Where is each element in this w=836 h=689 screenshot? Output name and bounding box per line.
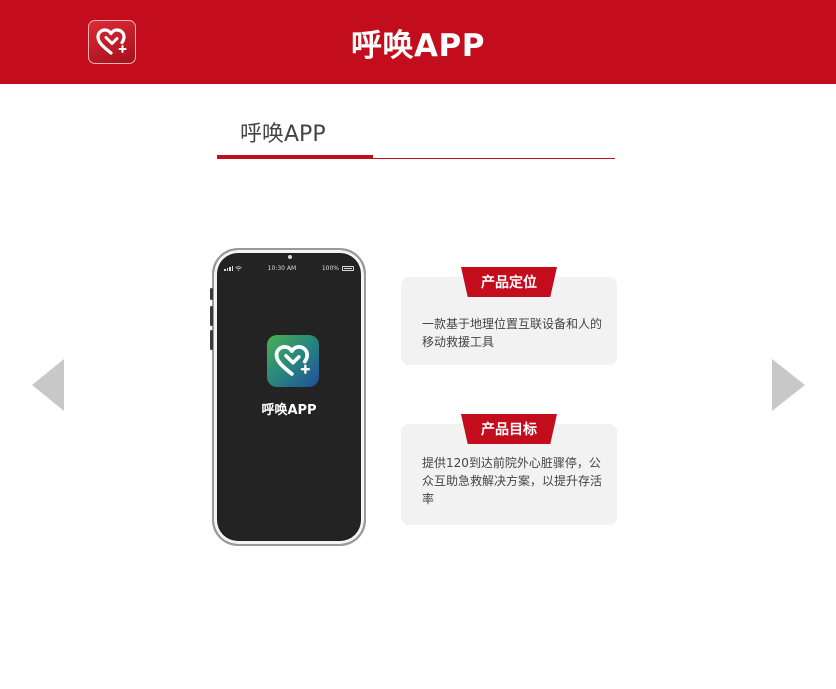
triangle-left-icon <box>32 359 64 411</box>
card-tag: 产品定位 <box>461 267 557 297</box>
battery-percent: 100% <box>321 264 339 272</box>
wifi-icon <box>235 265 242 271</box>
signal-icon <box>224 265 233 271</box>
next-slide-button[interactable] <box>771 358 807 416</box>
battery-icon <box>341 265 354 271</box>
app-icon[interactable] <box>267 335 319 387</box>
top-header: 呼唤APP <box>0 0 836 84</box>
header-title: 呼唤APP <box>351 27 485 64</box>
heart-plus-icon <box>274 345 311 376</box>
phone-mute-switch <box>210 288 213 300</box>
section-title: 呼唤APP <box>240 122 326 147</box>
app-name: 呼唤APP <box>261 403 317 418</box>
phone-volume-down <box>210 330 213 350</box>
phone-volume-up <box>210 306 213 326</box>
phone-time: 10:30 AM <box>267 264 297 272</box>
card-description: 提供120到达前院外心脏骤停，公众互助急救解决方案，以提升存活率 <box>422 456 603 506</box>
phone-status-bar: 10:30 AM 100% <box>224 263 354 273</box>
triangle-right-icon <box>772 359 805 411</box>
phone-mockup: 10:30 AM 100% 呼唤APP <box>210 248 366 546</box>
card-tag: 产品目标 <box>461 414 557 444</box>
prev-slide-button[interactable] <box>30 358 66 416</box>
battery-level <box>343 267 352 269</box>
product-goal-card: 产品目标 提供120到达前院外心脏骤停，公众互助急救解决方案，以提升存活率 <box>401 414 617 525</box>
section-accent-bar <box>217 155 373 159</box>
phone-camera <box>288 255 292 259</box>
product-positioning-card: 产品定位 一款基于地理位置互联设备和人的移动救援工具 <box>401 267 617 365</box>
card-description: 一款基于地理位置互联设备和人的移动救援工具 <box>422 317 603 349</box>
